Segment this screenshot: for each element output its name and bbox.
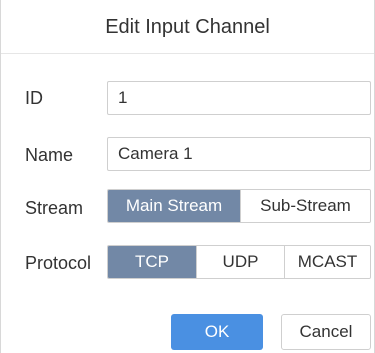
protocol-selector: TCP UDP MCAST [107, 245, 371, 279]
cancel-button[interactable]: Cancel [281, 314, 371, 350]
id-label: ID [25, 88, 43, 108]
protocol-label: Protocol [25, 253, 92, 273]
name-label: Name [25, 145, 74, 165]
stream-selector: Main Stream Sub-Stream [107, 189, 371, 223]
edit-input-channel-dialog: Edit Input Channel ID Name Stream Main S… [0, 0, 375, 353]
stream-option-sub-stream[interactable]: Sub-Stream [240, 190, 370, 222]
protocol-option-tcp[interactable]: TCP [108, 246, 196, 278]
stream-label: Stream [25, 198, 84, 218]
name-field[interactable] [107, 137, 371, 171]
protocol-option-mcast[interactable]: MCAST [284, 246, 370, 278]
dialog-title: Edit Input Channel [1, 0, 374, 54]
ok-button[interactable]: OK [171, 314, 263, 350]
stream-option-main-stream[interactable]: Main Stream [108, 190, 240, 222]
protocol-option-udp[interactable]: UDP [196, 246, 284, 278]
id-field[interactable] [107, 81, 371, 115]
